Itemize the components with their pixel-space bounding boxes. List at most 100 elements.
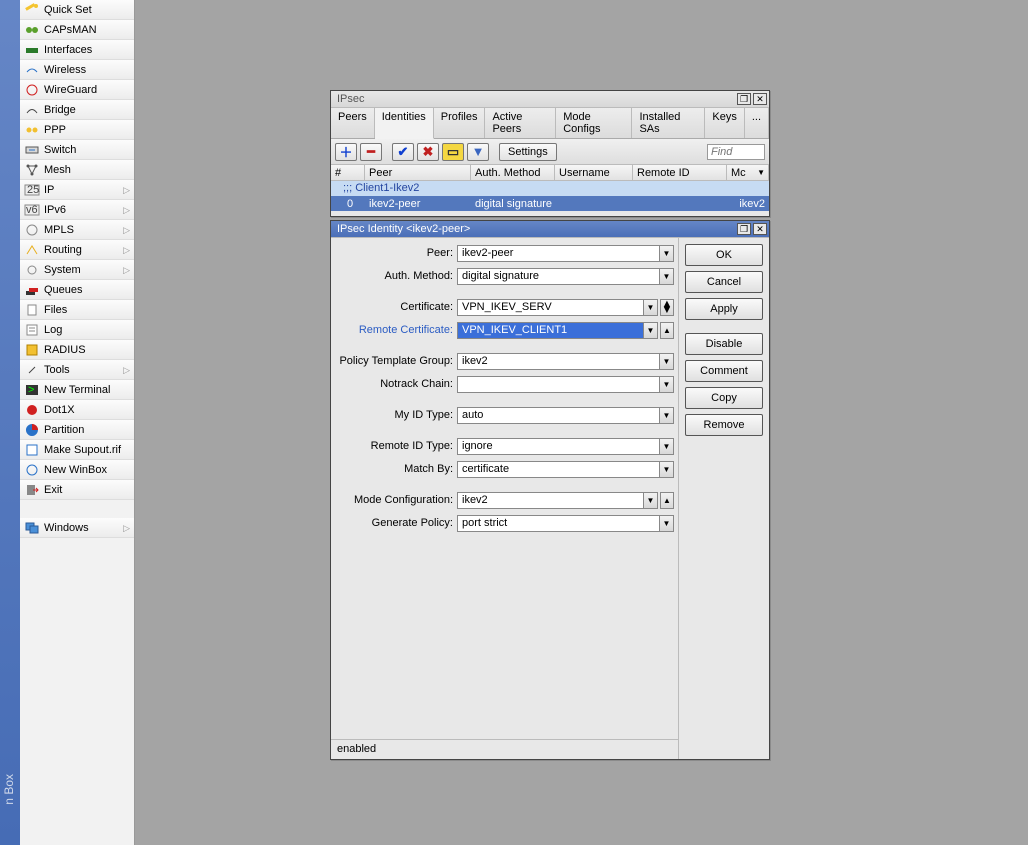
updown-icon[interactable]: ▲▼ [660, 299, 674, 316]
col-remote[interactable]: Remote ID [633, 165, 727, 180]
remid-field[interactable] [457, 438, 660, 455]
sidebar-item-log[interactable]: Log [20, 320, 134, 340]
dropdown-icon[interactable]: ▼ [644, 322, 658, 339]
ipsec-titlebar[interactable]: IPsec ❐ ✕ [331, 91, 769, 108]
sidebar-item-routing[interactable]: Routing▷ [20, 240, 134, 260]
find-input[interactable] [707, 144, 765, 160]
sidebar-item-wireless[interactable]: Wireless [20, 60, 134, 80]
up-icon[interactable]: ▲ [660, 492, 674, 509]
enable-button[interactable]: ✔ [392, 143, 414, 161]
dropdown-icon[interactable]: ▼ [660, 438, 674, 455]
bridge-icon [24, 102, 40, 118]
tab-active-peers[interactable]: Active Peers [485, 108, 556, 138]
dropdown-icon[interactable]: ▼ [660, 376, 674, 393]
sidebar-item-tools[interactable]: Tools▷ [20, 360, 134, 380]
dropdown-icon[interactable]: ▼ [644, 299, 658, 316]
chevron-right-icon: ▷ [123, 220, 130, 240]
row-comment[interactable]: ;;; Client1-Ikev2 [331, 181, 769, 196]
comment-button[interactable]: Comment [685, 360, 763, 382]
sidebar-item-ppp[interactable]: PPP [20, 120, 134, 140]
sidebar-item-label: Interfaces [44, 40, 92, 60]
sidebar-item-files[interactable]: Files [20, 300, 134, 320]
sidebar-item-exit[interactable]: Exit [20, 480, 134, 500]
dropdown-icon[interactable]: ▼ [660, 245, 674, 262]
sidebar-item-mesh[interactable]: Mesh [20, 160, 134, 180]
sidebar-item-mpls[interactable]: MPLS▷ [20, 220, 134, 240]
rcert-field[interactable] [457, 322, 644, 339]
settings-button[interactable]: Settings [499, 143, 557, 161]
tab-mode-configs[interactable]: Mode Configs [556, 108, 632, 138]
match-field[interactable] [457, 461, 660, 478]
remove-button[interactable]: ━ [360, 143, 382, 161]
dropdown-icon[interactable]: ▼ [660, 461, 674, 478]
sidebar-item-wireguard[interactable]: WireGuard [20, 80, 134, 100]
cancel-button[interactable]: Cancel [685, 271, 763, 293]
tab-installed-sas[interactable]: Installed SAs [632, 108, 705, 138]
col-user[interactable]: Username [555, 165, 633, 180]
dropdown-icon[interactable]: ▼ [660, 353, 674, 370]
sidebar-item-new-terminal[interactable]: >New Terminal [20, 380, 134, 400]
auth-field[interactable] [457, 268, 660, 285]
restore-icon[interactable]: ❐ [737, 93, 751, 105]
sidebar-item-system[interactable]: System▷ [20, 260, 134, 280]
sidebar-item-partition[interactable]: Partition [20, 420, 134, 440]
apply-button[interactable]: Apply [685, 298, 763, 320]
col-auth[interactable]: Auth. Method [471, 165, 555, 180]
tab-keys[interactable]: Keys [705, 108, 744, 138]
myid-field[interactable] [457, 407, 660, 424]
sidebar-item-windows[interactable]: Windows▷ [20, 518, 134, 538]
files-icon [24, 302, 40, 318]
chevron-right-icon: ▷ [123, 518, 130, 538]
gen-field[interactable] [457, 515, 660, 532]
remove-button[interactable]: Remove [685, 414, 763, 436]
tab--[interactable]: ... [745, 108, 769, 138]
tab-identities[interactable]: Identities [375, 108, 434, 139]
filter-button[interactable]: ▼ [467, 143, 489, 161]
close-icon[interactable]: ✕ [753, 93, 767, 105]
col-peer[interactable]: Peer [365, 165, 471, 180]
dropdown-icon[interactable]: ▼ [660, 268, 674, 285]
ptg-field[interactable] [457, 353, 660, 370]
sidebar-item-quick-set[interactable]: Quick Set [20, 0, 134, 20]
dot1x-icon [24, 402, 40, 418]
notrack-field[interactable] [457, 376, 660, 393]
comment-button[interactable]: ▭ [442, 143, 464, 161]
sidebar-item-ipv6[interactable]: v6IPv6▷ [20, 200, 134, 220]
tab-profiles[interactable]: Profiles [434, 108, 486, 138]
identity-titlebar[interactable]: IPsec Identity <ikev2-peer> ❐ ✕ [331, 221, 769, 238]
dropdown-icon[interactable]: ▼ [644, 492, 658, 509]
cert-field[interactable] [457, 299, 644, 316]
sidebar-item-label: Bridge [44, 100, 76, 120]
copy-button[interactable]: Copy [685, 387, 763, 409]
sidebar-item-bridge[interactable]: Bridge [20, 100, 134, 120]
sidebar-item-new-winbox[interactable]: New WinBox [20, 460, 134, 480]
ok-button[interactable]: OK [685, 244, 763, 266]
mode-label: Mode Configuration: [339, 494, 457, 506]
close-icon[interactable]: ✕ [753, 223, 767, 235]
sidebar-item-queues[interactable]: Queues [20, 280, 134, 300]
peer-field[interactable] [457, 245, 660, 262]
sidebar-item-capsman[interactable]: CAPsMAN [20, 20, 134, 40]
sidebar-item-radius[interactable]: RADIUS [20, 340, 134, 360]
dropdown-icon[interactable]: ▼ [660, 407, 674, 424]
tab-peers[interactable]: Peers [331, 108, 375, 138]
table-row[interactable]: 0 ikev2-peer digital signature ikev2 [331, 196, 769, 211]
col-num[interactable]: # [331, 165, 365, 180]
sidebar-item-switch[interactable]: Switch [20, 140, 134, 160]
disable-button[interactable]: Disable [685, 333, 763, 355]
grid-header[interactable]: # Peer Auth. Method Username Remote ID M… [331, 165, 769, 181]
restore-icon[interactable]: ❐ [737, 223, 751, 235]
sidebar-item-label: Files [44, 300, 67, 320]
disable-button[interactable]: ✖ [417, 143, 439, 161]
sidebar-item-ip[interactable]: 255IP▷ [20, 180, 134, 200]
sidebar-item-make-supout-rif[interactable]: Make Supout.rif [20, 440, 134, 460]
sidebar-item-interfaces[interactable]: Interfaces [20, 40, 134, 60]
ppp-icon [24, 122, 40, 138]
dropdown-icon[interactable]: ▼ [660, 515, 674, 532]
sidebar-item-label: Tools [44, 360, 70, 380]
col-mode[interactable]: Mc▼ [727, 165, 769, 180]
mode-field[interactable] [457, 492, 644, 509]
up-icon[interactable]: ▲ [660, 322, 674, 339]
add-button[interactable]: ＋ [335, 143, 357, 161]
sidebar-item-dot1x[interactable]: Dot1X [20, 400, 134, 420]
